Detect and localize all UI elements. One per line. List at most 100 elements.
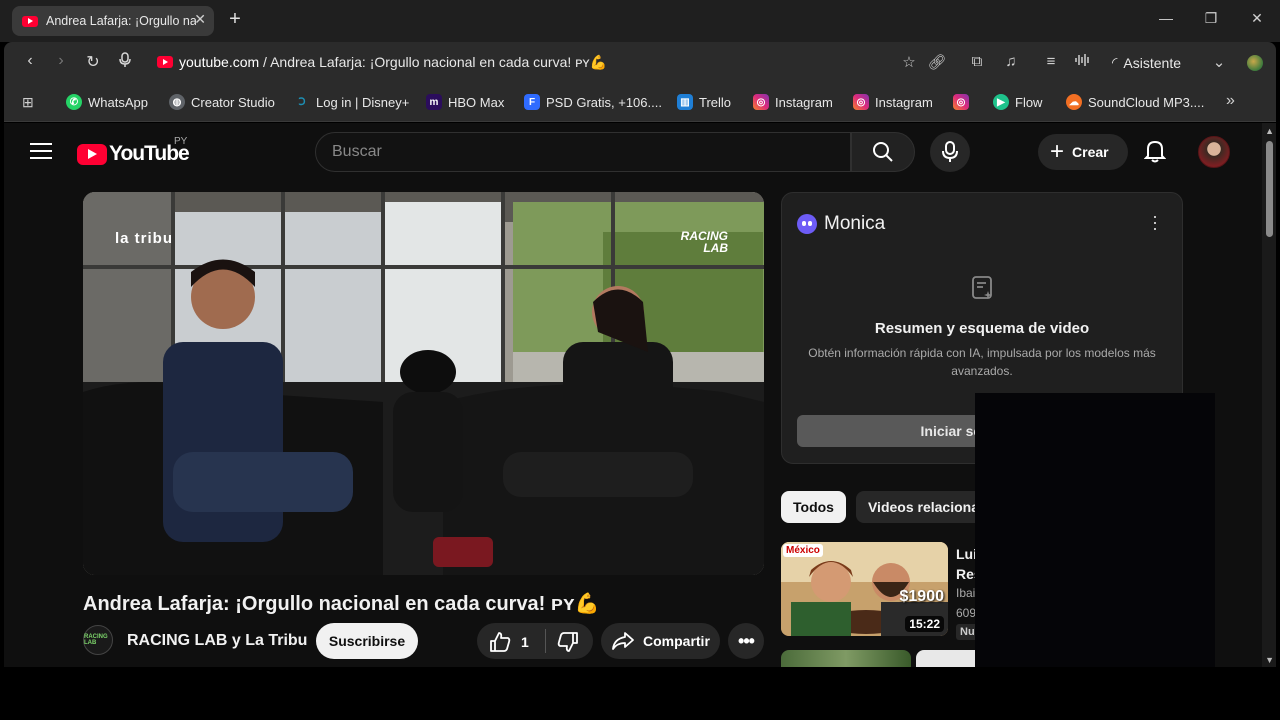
menu-list-icon[interactable]: ≡ — [1041, 53, 1061, 70]
monica-title: Resumen y esquema de video — [874, 320, 1090, 337]
notifications-button[interactable] — [1143, 139, 1167, 168]
trello-icon: ▥ — [677, 94, 693, 110]
youtube-favicon-icon — [22, 15, 38, 27]
address-bar[interactable]: youtube.com / Andrea Lafarja: ¡Orgullo n… — [179, 54, 607, 71]
share-button[interactable]: Compartir — [601, 623, 720, 659]
like-dislike-group: 1 — [477, 623, 593, 659]
scroll-up-arrow-icon[interactable]: ▲ — [1265, 126, 1274, 136]
bookmark-label: Trello — [699, 94, 732, 110]
back-button[interactable]: ‹ — [20, 52, 40, 70]
bookmark-hbo-max[interactable]: m HBO Max — [426, 94, 504, 110]
url-path: / Andrea Lafarja: ¡Orgullo nacional en c… — [259, 54, 608, 70]
bookmark-instagram-2[interactable]: ◎ Instagram — [853, 94, 933, 110]
subscribe-button[interactable]: Suscribirse — [316, 623, 418, 659]
search-input[interactable] — [316, 133, 850, 171]
monica-logo-icon — [797, 214, 817, 234]
bookmark-psd-gratis[interactable]: F PSD Gratis, +106.... — [524, 94, 662, 110]
bookmark-whatsapp[interactable]: ✆ WhatsApp — [66, 94, 148, 110]
microphone-icon — [119, 52, 131, 67]
browser-profile-icon[interactable] — [1247, 55, 1263, 71]
bookmark-label: Log in | Disney+ — [316, 94, 410, 110]
instagram-icon: ◎ — [753, 94, 769, 110]
new-tab-button[interactable]: + — [226, 8, 244, 31]
monica-description: Obtén información rápida con IA, impulsa… — [808, 346, 1156, 378]
video-title: Andrea Lafarja: ¡Orgullo nacional en cad… — [83, 593, 600, 615]
thumbnail-price: $1900 — [899, 588, 945, 605]
search-box — [315, 132, 851, 172]
kebab-menu-icon[interactable]: · · · — [1152, 207, 1158, 237]
channel-name[interactable]: RACING LAB y La Tribu — [127, 632, 307, 650]
scroll-thumb[interactable] — [1266, 141, 1273, 237]
channel-avatar-text: RACING LAB — [84, 634, 108, 646]
recommendation-views: 609 — [956, 606, 977, 620]
disney-icon: Ↄ — [298, 96, 306, 108]
dislike-button[interactable] — [557, 631, 579, 658]
like-button[interactable]: 1 — [489, 631, 529, 653]
bookmark-label: SoundCloud MP3.... — [1088, 94, 1205, 110]
related-chips: Todos Videos relacionad — [781, 491, 1000, 523]
forward-button[interactable]: › — [51, 52, 71, 70]
bookmark-trello[interactable]: ▥ Trello — [677, 94, 731, 110]
bookmark-flow[interactable]: ▶ Flow — [993, 94, 1042, 110]
more-bookmarks-icon[interactable]: » — [1226, 92, 1235, 110]
account-avatar[interactable] — [1198, 136, 1230, 168]
bookmark-label: Creator Studio — [191, 94, 275, 110]
voice-search-button[interactable] — [115, 52, 135, 73]
apps-grid-icon[interactable]: ⊞ — [22, 94, 34, 111]
close-window-button[interactable]: ✕ — [1247, 10, 1267, 27]
document-sparkle-icon — [971, 275, 995, 306]
audio-wave-icon[interactable] — [1073, 53, 1093, 71]
bookmark-star-icon[interactable]: ☆ — [899, 53, 919, 71]
bookmark-label: PSD Gratis, +106.... — [546, 94, 662, 110]
media-queue-icon[interactable]: ♫ — [1001, 53, 1021, 70]
search-button[interactable] — [851, 132, 915, 172]
link-icon[interactable]: 🔗︎ — [927, 53, 947, 71]
watermark-la-tribu: la tribu — [115, 230, 174, 247]
search-icon — [873, 142, 893, 162]
assistant-label: Asistente — [1123, 54, 1182, 71]
create-button[interactable]: + Crear — [1038, 134, 1128, 170]
scroll-down-arrow-icon[interactable]: ▼ — [1265, 655, 1274, 665]
bookmark-creator-studio[interactable]: ◍ Creator Studio — [169, 94, 275, 110]
youtube-logo[interactable]: YouTube — [77, 142, 190, 166]
monica-name: Monica — [824, 213, 886, 234]
more-actions-button[interactable]: ••• — [728, 623, 764, 659]
reload-button[interactable]: ↻ — [83, 52, 103, 72]
thumbs-down-icon — [557, 632, 578, 652]
thumbs-up-icon — [490, 632, 511, 652]
bookmarks-bar: ⊞ ✆ WhatsApp ◍ Creator Studio Ↄ Log in |… — [4, 82, 1276, 122]
chevron-down-icon[interactable]: ⌄ — [1209, 53, 1229, 71]
flow-icon: ▶ — [993, 94, 1009, 110]
channel-avatar[interactable]: RACING LAB — [83, 625, 113, 655]
extensions-icon[interactable]: ⧉ — [967, 53, 987, 70]
bookmark-disney[interactable]: Ↄ Log in | Disney+ — [294, 94, 409, 110]
chip-todos[interactable]: Todos — [781, 491, 846, 523]
watermark-racing-lab: RACING LAB — [681, 230, 728, 254]
guide-menu-button[interactable] — [30, 143, 52, 164]
bookmark-instagram-1[interactable]: ◎ Instagram — [753, 94, 833, 110]
minimize-button[interactable]: — — [1156, 10, 1176, 26]
maximize-button[interactable]: ❐ — [1201, 10, 1221, 27]
create-label: Crear — [1072, 144, 1109, 160]
bell-icon — [1143, 140, 1167, 163]
recommendation-thumbnail-2[interactable] — [781, 650, 911, 667]
assistant-button[interactable]: ◜ Asistente — [1112, 54, 1181, 71]
video-frame — [83, 192, 764, 575]
bookmark-label: WhatsApp — [88, 94, 148, 110]
browser-titlebar: Andrea Lafarja: ¡Orgullo nacio ✕ + — ❐ ✕ — [0, 0, 1280, 42]
browser-tab-active[interactable]: Andrea Lafarja: ¡Orgullo nacio ✕ — [12, 6, 214, 36]
monica-header: Monica — [797, 213, 885, 235]
bookmark-label: Flow — [1015, 94, 1043, 110]
bookmark-soundcloud[interactable]: ☁ SoundCloud MP3.... — [1066, 94, 1204, 110]
page-scrollbar[interactable]: ▲ ▼ — [1262, 123, 1276, 667]
close-tab-icon[interactable]: ✕ — [194, 11, 206, 28]
share-label: Compartir — [643, 633, 710, 649]
share-icon — [612, 632, 634, 650]
bookmark-instagram-3[interactable]: ◎ — [953, 94, 969, 110]
video-duration: 15:22 — [905, 616, 944, 632]
recommendation-thumbnail[interactable]: México $1900 15:22 — [781, 542, 948, 636]
video-player[interactable]: la tribu RACING LAB — [83, 192, 764, 575]
tab-title: Andrea Lafarja: ¡Orgullo nacio — [46, 14, 196, 28]
voice-search-button[interactable] — [930, 132, 970, 172]
recommendation-channel[interactable]: Ibai — [956, 586, 975, 600]
